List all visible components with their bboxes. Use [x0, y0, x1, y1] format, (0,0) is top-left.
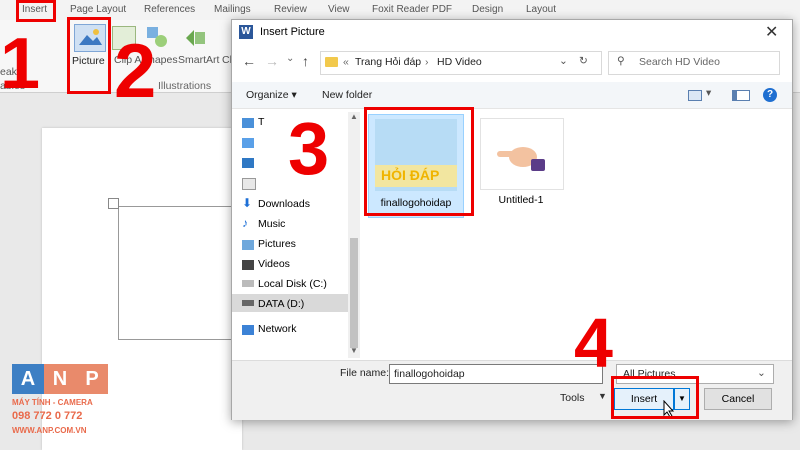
logo-website: WWW.ANP.COM.VN — [12, 426, 87, 435]
downloads-icon: ⬇ — [242, 196, 253, 210]
nav-item-this-pc[interactable]: T — [258, 116, 264, 128]
breadcrumb-item-hd-video[interactable]: HD Video — [437, 56, 482, 68]
logo-letter-n: N — [44, 364, 76, 394]
right-edge-controls — [792, 22, 800, 82]
up-arrow-icon[interactable]: ↑ — [302, 53, 309, 69]
document-textbox[interactable] — [118, 206, 240, 340]
search-box[interactable]: ⚲ Search HD Video — [608, 51, 780, 75]
tab-layout[interactable]: Layout — [526, 4, 556, 15]
smartart-label[interactable]: SmartArt — [178, 54, 219, 66]
tools-button[interactable]: Tools — [560, 392, 585, 404]
highlight-file-tile — [364, 107, 474, 216]
illustrations-group-label: Illustrations — [158, 80, 212, 92]
highlight-picture-button — [67, 17, 111, 94]
desktop-icon — [242, 158, 254, 168]
videos-icon — [242, 260, 254, 270]
local-disk-icon — [242, 280, 254, 287]
pointing-hand-thumbnail — [480, 118, 564, 190]
address-dropdown-icon[interactable]: ⌄ — [559, 55, 568, 67]
chevron-down-icon[interactable]: ⌄ — [286, 53, 294, 64]
search-icon: ⚲ — [617, 55, 625, 67]
file-name-field[interactable]: finallogohoidap — [389, 364, 603, 384]
refresh-icon[interactable]: ↻ — [579, 55, 588, 67]
ribbon-tab-bar: Insert Page Layout References Mailings R… — [0, 0, 800, 21]
nav-scrollbar-thumb[interactable] — [350, 238, 358, 348]
pointing-hand-icon — [497, 147, 545, 171]
insert-picture-dialog: W Insert Picture ✕ ← → ⌄ ↑ « Trang Hỏi đ… — [231, 19, 793, 420]
address-bar[interactable]: « Trang Hỏi đáp › HD Video ⌄ ↻ — [320, 51, 602, 75]
3d-objects-icon — [242, 138, 254, 148]
step-2-number: 2 — [114, 29, 157, 114]
smartart-icon — [184, 26, 206, 48]
logo-letter-a: A — [12, 364, 44, 394]
highlight-insert-button — [611, 376, 699, 419]
help-icon[interactable]: ? — [763, 88, 777, 102]
nav-item-network[interactable]: Network — [258, 323, 297, 335]
nav-item-music[interactable]: Music — [258, 218, 285, 230]
logo-tagline: MÁY TÍNH - CAMERA — [12, 398, 93, 407]
preview-pane-icon[interactable] — [732, 90, 750, 101]
documents-icon — [242, 178, 256, 190]
close-icon[interactable]: ✕ — [765, 22, 778, 42]
logo-phone: 098 772 0 772 — [12, 410, 83, 422]
cancel-button[interactable]: Cancel — [704, 388, 772, 410]
nav-item-videos[interactable]: Videos — [258, 258, 290, 270]
tab-references[interactable]: References — [144, 4, 195, 15]
file-name-field-label: File name: — [340, 367, 390, 379]
tab-mailings[interactable]: Mailings — [214, 4, 251, 15]
breadcrumb-overflow[interactable]: « — [343, 56, 349, 68]
forward-arrow-icon[interactable]: → — [265, 53, 279, 69]
dialog-title: Insert Picture — [260, 26, 325, 38]
step-3-number: 3 — [288, 107, 330, 190]
tools-dropdown-icon[interactable]: ▼ — [598, 391, 607, 401]
search-input[interactable]: Search HD Video — [639, 56, 720, 68]
step-1-number: 1 — [0, 24, 41, 104]
dialog-titlebar: W Insert Picture ✕ — [232, 20, 792, 44]
new-folder-button[interactable]: New folder — [322, 89, 372, 101]
view-options-icon[interactable] — [688, 90, 702, 101]
nav-item-pictures[interactable]: Pictures — [258, 238, 296, 250]
tab-foxit[interactable]: Foxit Reader PDF — [372, 4, 452, 15]
logo-letter-p: P — [76, 364, 108, 394]
file-name-value[interactable]: finallogohoidap — [394, 368, 465, 380]
tab-design[interactable]: Design — [472, 4, 503, 15]
nav-item-downloads[interactable]: Downloads — [258, 198, 310, 210]
breadcrumb-separator: › — [425, 56, 429, 68]
music-icon: ♪ — [242, 216, 248, 230]
organize-button[interactable]: Organize ▾ — [246, 89, 297, 101]
folder-icon — [325, 57, 338, 67]
file-tile-untitled[interactable]: Untitled-1 — [476, 114, 566, 212]
back-arrow-icon[interactable]: ← — [242, 53, 256, 69]
command-bar: Organize ▾ New folder ▾ ? — [232, 82, 792, 109]
move-handle-icon[interactable] — [108, 198, 119, 209]
nav-item-data-drive[interactable]: DATA (D:) — [258, 298, 304, 310]
this-pc-icon — [242, 118, 254, 128]
view-dropdown-icon[interactable]: ▾ — [706, 87, 711, 99]
pictures-icon — [242, 240, 254, 250]
scroll-down-icon[interactable]: ▼ — [350, 346, 358, 355]
chevron-down-icon[interactable]: ⌄ — [757, 367, 766, 379]
anp-logo: A N P MÁY TÍNH - CAMERA 098 772 0 772 WW… — [12, 364, 108, 444]
tab-review[interactable]: Review — [274, 4, 307, 15]
nav-item-local-disk[interactable]: Local Disk (C:) — [258, 278, 327, 290]
breadcrumb-item-trang-hoi-dap[interactable]: Trang Hỏi đáp — [355, 56, 421, 68]
network-icon — [242, 325, 254, 335]
word-icon: W — [239, 25, 253, 39]
step-4-number: 4 — [574, 304, 613, 382]
file-name-label: Untitled-1 — [498, 194, 544, 206]
highlight-insert-tab — [16, 0, 56, 22]
tab-view[interactable]: View — [328, 4, 350, 15]
tab-page-layout[interactable]: Page Layout — [70, 4, 126, 15]
data-drive-icon — [242, 300, 254, 306]
scroll-up-icon[interactable]: ▲ — [350, 112, 358, 121]
